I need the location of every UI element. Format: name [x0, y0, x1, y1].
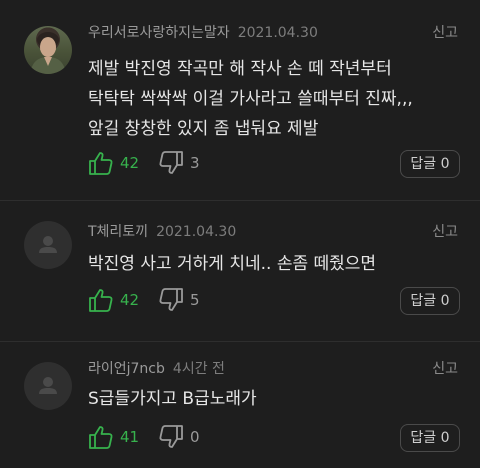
thumbs-down-icon[interactable]: [158, 287, 184, 313]
like-count: 41: [120, 428, 140, 446]
comment-text: S급들가지고 B급노래가: [88, 389, 257, 409]
thumbs-up-icon[interactable]: [88, 424, 114, 450]
author-name[interactable]: 우리서로사랑하지는말자: [88, 25, 230, 41]
dislike-count: 3: [190, 154, 200, 172]
thumbs-down-icon[interactable]: [158, 424, 184, 450]
report-button[interactable]: 신고: [432, 360, 458, 378]
comment-meta: T체리토끼 2021.04.30: [88, 223, 236, 241]
comment-text: 제발 박진영 작곡만 해 작사 손 떼 작년부터 탁탁탁 싹싹싹 이걸 가사라고…: [88, 59, 413, 139]
comment-actions: 41 0: [88, 422, 200, 452]
dislike-count: 5: [190, 291, 200, 309]
reply-button[interactable]: 답글 0: [400, 287, 460, 315]
reply-label: 답글: [410, 430, 437, 446]
comment-text: 박진영 사고 거하게 치네.. 손좀 떼줬으면: [88, 254, 377, 274]
like-count: 42: [120, 154, 140, 172]
profile-photo-icon: [30, 32, 66, 74]
reply-count: 0: [440, 156, 450, 172]
comment-actions: 42 5: [88, 285, 200, 315]
thumbs-up-icon[interactable]: [88, 287, 114, 313]
report-button[interactable]: 신고: [432, 24, 458, 42]
comment-item: T체리토끼 2021.04.30 신고 박진영 사고 거하게 치네.. 손좀 떼줬…: [0, 201, 480, 341]
report-button[interactable]: 신고: [432, 223, 458, 241]
reply-count: 0: [440, 430, 450, 446]
avatar[interactable]: [24, 26, 72, 74]
reply-button[interactable]: 답글 0: [400, 424, 460, 452]
comment-meta: 우리서로사랑하지는말자 2021.04.30: [88, 24, 318, 42]
thumbs-up-icon[interactable]: [88, 150, 114, 176]
comment-date: 2021.04.30: [237, 25, 318, 41]
reply-label: 답글: [410, 156, 437, 172]
comment-meta: 라이언j7ncb 4시간 전: [88, 360, 225, 378]
author-name[interactable]: T체리토끼: [88, 224, 148, 240]
like-count: 42: [120, 291, 140, 309]
author-name[interactable]: 라이언j7ncb: [88, 361, 165, 377]
comment-item: 우리서로사랑하지는말자 2021.04.30 신고 제발 박진영 작곡만 해 작사…: [0, 0, 480, 200]
avatar[interactable]: [24, 221, 72, 269]
reply-label: 답글: [410, 293, 437, 309]
default-user-icon: [39, 377, 57, 394]
reply-button[interactable]: 답글 0: [400, 150, 460, 178]
default-user-icon: [39, 236, 57, 253]
avatar[interactable]: [24, 362, 72, 410]
thumbs-down-icon[interactable]: [158, 150, 184, 176]
comment-date: 4시간 전: [172, 361, 225, 377]
comment-actions: 42 3: [88, 148, 200, 178]
comment-item: 라이언j7ncb 4시간 전 신고 S급들가지고 B급노래가 41 0 답글 0: [0, 342, 480, 468]
comment-date: 2021.04.30: [156, 224, 237, 240]
dislike-count: 0: [190, 428, 200, 446]
reply-count: 0: [440, 293, 450, 309]
comment-list: 우리서로사랑하지는말자 2021.04.30 신고 제발 박진영 작곡만 해 작사…: [0, 0, 480, 468]
